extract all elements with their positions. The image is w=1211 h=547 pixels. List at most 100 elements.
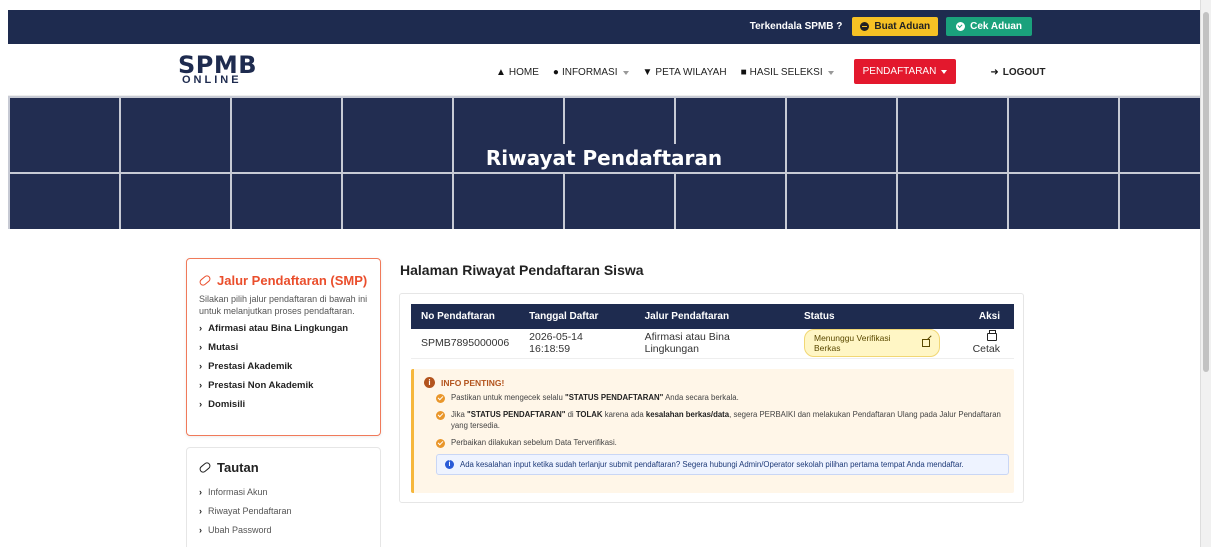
- info-text-bold: kesalahan berkas/data: [645, 409, 730, 419]
- info-text-bold: TOLAK: [575, 409, 603, 419]
- check-circle-icon: [956, 22, 966, 31]
- info-head-text: INFO PENTING!: [441, 377, 505, 388]
- cek-aduan-label: Cek Aduan: [970, 21, 1022, 32]
- cetak-label: Cetak: [972, 343, 1000, 356]
- tautan-item-label: Riwayat Pendaftaran: [208, 506, 292, 516]
- nav-hasil-label: HASIL SELEKSI: [749, 67, 823, 78]
- chevron-down-icon: [827, 70, 834, 75]
- info-penting-alert: i INFO PENTING! Pastikan untuk mengecek …: [411, 369, 1014, 493]
- note-text: Ada kesalahan input ketika sudah terlanj…: [460, 459, 964, 469]
- page-title: Halaman Riwayat Pendaftaran Siswa: [400, 262, 644, 278]
- hero-grid-line: [8, 172, 1200, 174]
- info-head: i INFO PENTING!: [424, 377, 1004, 388]
- tautan-title: Tautan: [198, 460, 368, 475]
- chevron-down-icon: [941, 69, 948, 74]
- jalur-item-domisili[interactable]: › Domisili: [199, 399, 368, 410]
- col-no-pendaftaran: No Pendaftaran: [411, 304, 520, 329]
- tautan-list: › Informasi Akun › Riwayat Pendaftaran › Ub…: [199, 487, 368, 535]
- nav-pendaftaran-label: PENDAFTARAN: [862, 66, 937, 77]
- table-row: SPMB7895000006 2026-05-14 16:18:59 Afirm…: [411, 329, 1014, 359]
- complaint-question: Terkendala SPMB ?: [749, 21, 843, 32]
- jalur-item-prestasi-non-akademik[interactable]: › Prestasi Non Akademik: [199, 380, 368, 391]
- nav-logout[interactable]: ➜ LOGOUT: [990, 67, 1045, 78]
- jalur-description: Silakan pilih jalur pendaftaran di bawah…: [199, 294, 368, 316]
- buat-aduan-label: Buat Aduan: [874, 21, 931, 32]
- cell-aksi: Cetak: [950, 329, 1014, 359]
- building-icon: ■: [740, 67, 747, 78]
- status-badge[interactable]: Menunggu Verifikasi Berkas: [803, 329, 940, 358]
- logout-icon: ➜: [990, 67, 999, 78]
- print-icon: [987, 330, 997, 342]
- info-item: Jika "STATUS PENDAFTARAN" di TOLAK karen…: [436, 409, 1004, 432]
- info-text-bold: "STATUS PENDAFTARAN": [467, 409, 566, 419]
- nav-peta-wilayah[interactable]: ▼ PETA WILAYAH: [643, 67, 727, 78]
- info-text: di: [565, 409, 576, 419]
- tautan-panel: Tautan › Informasi Akun › Riwayat Pendafta…: [186, 447, 381, 547]
- minus-circle-icon: [860, 22, 870, 31]
- chevron-right-icon: ›: [199, 380, 203, 392]
- chevron-right-icon: ›: [199, 506, 202, 516]
- info-circle-icon: ●: [552, 67, 559, 78]
- riwayat-table: No Pendaftaran Tanggal Daftar Jalur Pend…: [411, 304, 1014, 359]
- jalur-item-label: Mutasi: [208, 342, 239, 354]
- jalur-title: Jalur Pendaftaran (SMP): [198, 273, 368, 288]
- tautan-item-label: Informasi Akun: [208, 487, 268, 497]
- tautan-item-informasi-akun[interactable]: › Informasi Akun: [199, 487, 368, 497]
- home-icon: ▲: [496, 67, 506, 78]
- link-icon: [198, 273, 212, 288]
- jalur-item-mutasi[interactable]: › Mutasi: [199, 342, 368, 353]
- jalur-list: › Afirmasi atau Bina Lingkungan › Mutasi ›…: [199, 323, 368, 410]
- buat-aduan-button[interactable]: Buat Aduan: [852, 17, 939, 36]
- cell-status: Menunggu Verifikasi Berkas: [793, 329, 950, 359]
- info-item: Pastikan untuk mengecek selalu "STATUS P…: [436, 392, 1004, 404]
- riwayat-card: No Pendaftaran Tanggal Daftar Jalur Pend…: [399, 293, 1024, 503]
- info-text: Pastikan untuk mengecek selalu: [451, 393, 565, 402]
- hero-grid-line: [8, 96, 1200, 98]
- complaint-bar: Terkendala SPMB ? Buat Aduan Cek Aduan: [750, 17, 1032, 36]
- cell-tanggal-daftar: 2026-05-14 16:18:59: [519, 329, 635, 359]
- hero-title: Riwayat Pendaftaran: [8, 144, 1200, 172]
- tautan-item-ubah-password[interactable]: › Ubah Password: [199, 525, 368, 535]
- jalur-pendaftaran-panel: Jalur Pendaftaran (SMP) Silakan pilih ja…: [186, 258, 381, 436]
- link-icon: [198, 460, 212, 475]
- info-list: Pastikan untuk mengecek selalu "STATUS P…: [436, 392, 1004, 449]
- nav-informasi[interactable]: ● INFORMASI: [553, 67, 629, 78]
- jalur-item-afirmasi[interactable]: › Afirmasi atau Bina Lingkungan: [199, 323, 368, 334]
- nav-menu: ▲ HOME ● INFORMASI ▼ PETA WILAYAH ■ HASI…: [496, 59, 1046, 84]
- nav-pendaftaran[interactable]: PENDAFTARAN: [853, 59, 957, 84]
- info-item-text: Pastikan untuk mengecek selalu "STATUS P…: [451, 392, 739, 404]
- info-text: Jika: [451, 409, 468, 419]
- jalur-item-label: Prestasi Non Akademik: [208, 380, 314, 392]
- top-bar: Terkendala SPMB ? Buat Aduan Cek Aduan: [8, 10, 1200, 44]
- check-circle-icon: [436, 439, 445, 449]
- nav-logout-label: LOGOUT: [1002, 67, 1046, 78]
- page-scrollbar[interactable]: [1200, 0, 1211, 547]
- chevron-right-icon: ›: [199, 361, 203, 373]
- scrollbar-thumb[interactable]: [1203, 12, 1209, 372]
- info-circle-icon: i: [445, 459, 454, 469]
- page: Terkendala SPMB ? Buat Aduan Cek Aduan S…: [0, 0, 1211, 547]
- jalur-item-label: Afirmasi atau Bina Lingkungan: [208, 323, 349, 335]
- chevron-right-icon: ›: [199, 399, 203, 411]
- cetak-button[interactable]: Cetak: [972, 330, 1000, 356]
- nav-home[interactable]: ▲ HOME: [496, 67, 539, 78]
- cell-no-pendaftaran: SPMB7895000006: [411, 329, 520, 359]
- jalur-title-text: Jalur Pendaftaran (SMP): [217, 273, 368, 288]
- col-jalur-pendaftaran: Jalur Pendaftaran: [634, 304, 794, 329]
- check-circle-icon: [436, 394, 445, 403]
- check-circle-icon: [436, 410, 445, 420]
- tautan-title-text: Tautan: [217, 460, 259, 475]
- external-link-icon: [922, 339, 930, 348]
- tautan-item-riwayat-pendaftaran[interactable]: › Riwayat Pendaftaran: [199, 506, 368, 516]
- chevron-right-icon: ›: [199, 342, 203, 354]
- info-circle-icon: i: [424, 377, 435, 388]
- nav-home-label: HOME: [508, 67, 539, 78]
- spmb-logo[interactable]: SPMB ONLINE: [178, 53, 268, 86]
- jalur-item-prestasi-akademik[interactable]: › Prestasi Akademik: [199, 361, 368, 372]
- nav-hasil-seleksi[interactable]: ■ HASIL SELEKSI: [741, 67, 834, 78]
- chevron-right-icon: ›: [199, 487, 202, 497]
- map-marker-icon: ▼: [642, 67, 653, 78]
- info-item-text: Perbaikan dilakukan sebelum Data Terveri…: [451, 438, 617, 448]
- info-text-bold: "STATUS PENDAFTARAN": [565, 393, 664, 402]
- cek-aduan-button[interactable]: Cek Aduan: [946, 17, 1032, 36]
